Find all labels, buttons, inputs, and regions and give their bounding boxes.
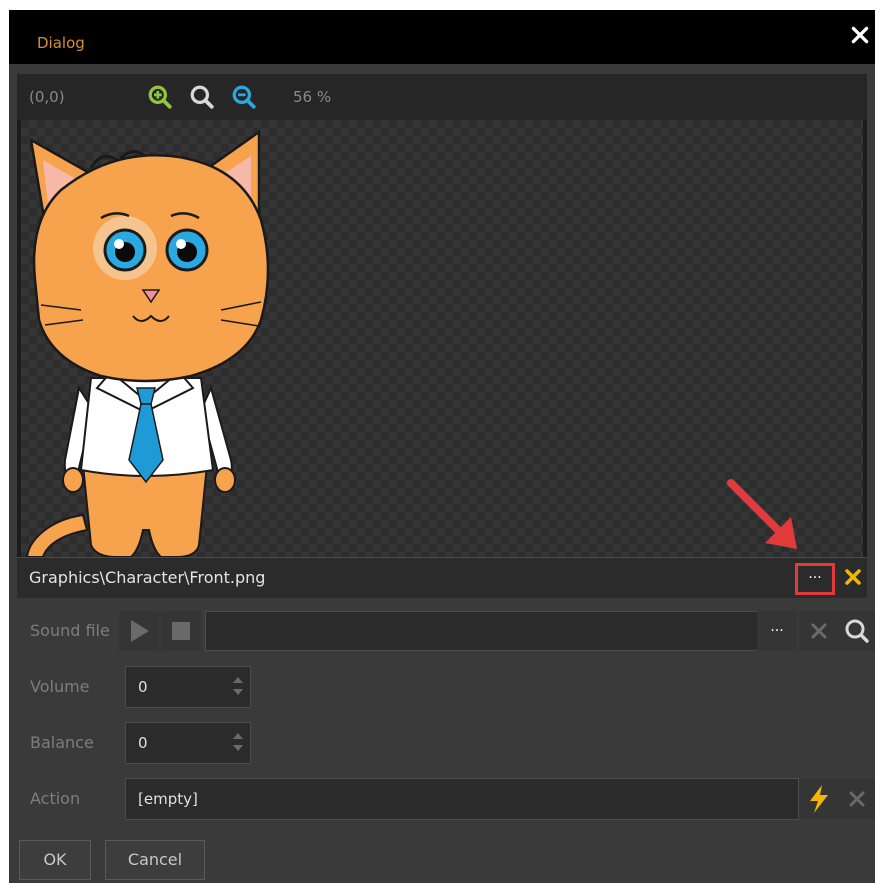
- browse-image-button[interactable]: ···: [795, 563, 835, 595]
- action-value: [empty]: [138, 790, 198, 808]
- sound-file-label: Sound file: [30, 621, 110, 640]
- cat-character-image: [25, 129, 270, 557]
- balance-value: 0: [138, 734, 148, 752]
- highlight-arrow-icon: [727, 479, 797, 549]
- volume-label: Volume: [30, 677, 90, 696]
- zoom-reset-icon[interactable]: [189, 84, 215, 110]
- action-lightning-button[interactable]: [799, 779, 839, 819]
- volume-input[interactable]: 0: [125, 666, 251, 708]
- title-bar: Dialog: [9, 10, 875, 64]
- coordinates-readout: (0,0): [29, 88, 65, 106]
- clear-action-button[interactable]: [839, 779, 875, 819]
- clear-sound-button[interactable]: [799, 611, 839, 651]
- clear-image-icon[interactable]: [843, 566, 863, 588]
- clear-action-icon: [849, 791, 865, 807]
- lightning-icon: [810, 785, 828, 813]
- preview-toolbar: (0,0) 56 %: [17, 74, 867, 120]
- zoom-level: 56 %: [293, 88, 332, 106]
- action-label: Action: [30, 789, 81, 808]
- browse-sound-button[interactable]: ···: [757, 611, 797, 651]
- action-input[interactable]: [empty]: [125, 778, 799, 820]
- window-title: Dialog: [37, 34, 85, 52]
- stop-icon: [172, 622, 190, 640]
- zoom-out-icon[interactable]: [231, 84, 257, 110]
- close-icon[interactable]: [849, 24, 871, 46]
- sound-file-input[interactable]: [205, 611, 791, 651]
- image-file-path: Graphics\Character\Front.png: [29, 568, 266, 587]
- play-button[interactable]: [119, 611, 159, 651]
- image-file-row: Graphics\Character\Front.png ···: [17, 557, 867, 598]
- balance-spinner-icon[interactable]: [232, 731, 244, 753]
- search-sound-button[interactable]: [839, 611, 875, 651]
- balance-label: Balance: [30, 733, 94, 752]
- search-icon: [845, 619, 869, 643]
- volume-value: 0: [138, 678, 148, 696]
- balance-input[interactable]: 0: [125, 722, 251, 764]
- volume-spinner-icon[interactable]: [232, 675, 244, 697]
- clear-sound-icon: [811, 623, 827, 639]
- play-icon: [131, 620, 149, 642]
- cancel-button[interactable]: Cancel: [105, 840, 205, 880]
- zoom-in-icon[interactable]: [147, 84, 173, 110]
- stop-button[interactable]: [161, 611, 201, 651]
- ok-button[interactable]: OK: [19, 840, 91, 880]
- dialog-window: Dialog (0,0) 56 % Graphics\Character\Fro…: [9, 10, 875, 883]
